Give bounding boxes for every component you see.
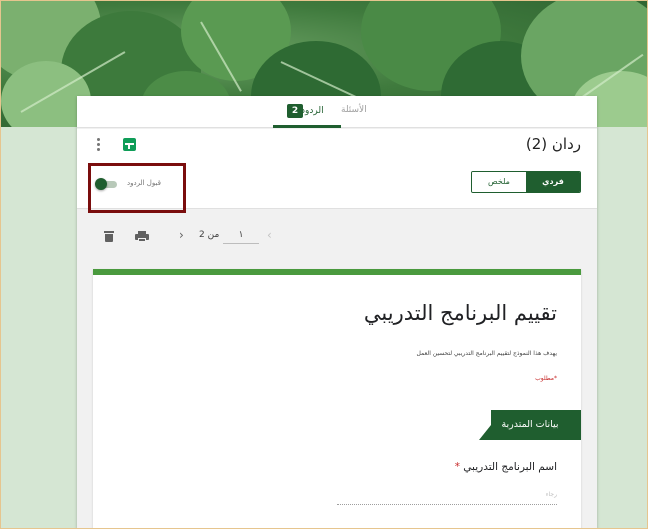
form-description: يهدف هذا النموذج لتقييم البرنامج التدريب… <box>416 350 557 357</box>
more-options-icon[interactable] <box>93 137 103 153</box>
view-mode-toggle: ملخص فردي <box>471 171 581 193</box>
view-summary-button[interactable]: ملخص <box>472 172 526 192</box>
form-title: تقييم البرنامج التدريبي <box>363 301 557 325</box>
form-editor-card: 2 الردود الأسئلة ردان (2) ملخص فردي قبول… <box>77 96 597 529</box>
tab-responses[interactable]: 2 الردود <box>273 100 341 128</box>
previous-response-chevron-icon[interactable]: ‹ <box>267 228 272 242</box>
delete-icon[interactable] <box>104 231 114 242</box>
answer-value: رجاء <box>545 491 557 498</box>
current-response-input[interactable]: ١ <box>223 230 259 244</box>
highlight-annotation-box <box>88 163 186 213</box>
form-response-card: تقييم البرنامج التدريبي يهدف هذا النموذج… <box>93 269 581 529</box>
answer-field: رجاء <box>337 489 557 505</box>
print-icon[interactable] <box>135 231 149 242</box>
question-label-text: اسم البرنامج التدريبي <box>463 461 557 473</box>
tab-responses-label: الردود <box>301 106 324 116</box>
question-label: اسم البرنامج التدريبي * <box>455 461 557 473</box>
responses-count-title: ردان (2) <box>525 135 581 153</box>
next-response-chevron-icon[interactable]: › <box>179 228 184 242</box>
tab-questions[interactable]: الأسئلة <box>341 105 367 115</box>
sheets-icon[interactable] <box>123 138 136 151</box>
view-individual-button[interactable]: فردي <box>526 172 580 192</box>
response-navigation: › من 2 ١ ‹ <box>77 209 597 269</box>
response-total: من 2 <box>199 230 220 240</box>
tab-bar: 2 الردود الأسئلة <box>77 96 597 128</box>
required-note: *مطلوب <box>535 375 557 382</box>
section-header: بيانات المتدربة <box>479 410 581 440</box>
required-asterisk: * <box>454 461 460 473</box>
